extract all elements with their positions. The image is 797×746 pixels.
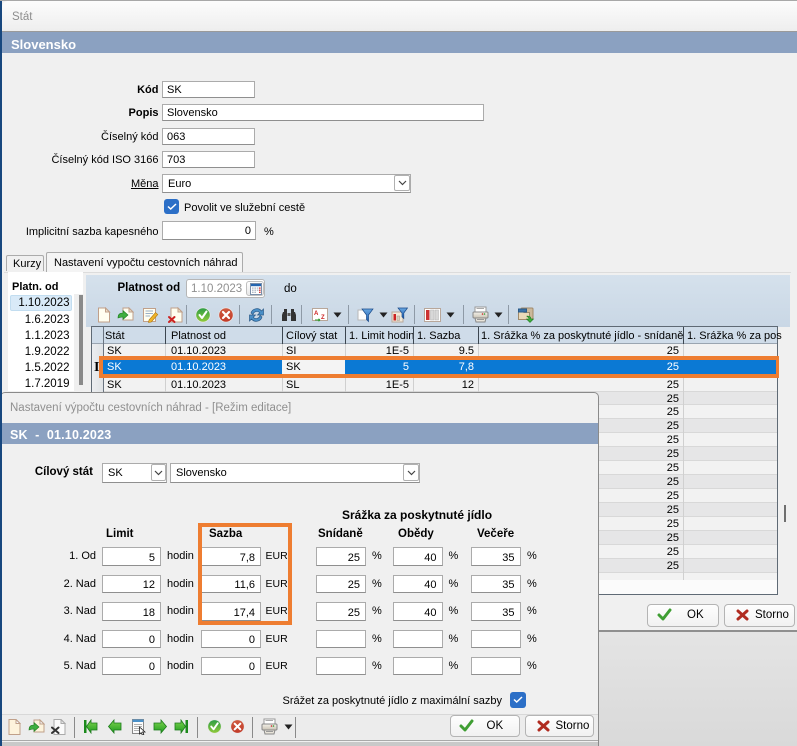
svg-text:A: A [314,311,319,317]
svg-text:Z: Z [321,315,325,321]
